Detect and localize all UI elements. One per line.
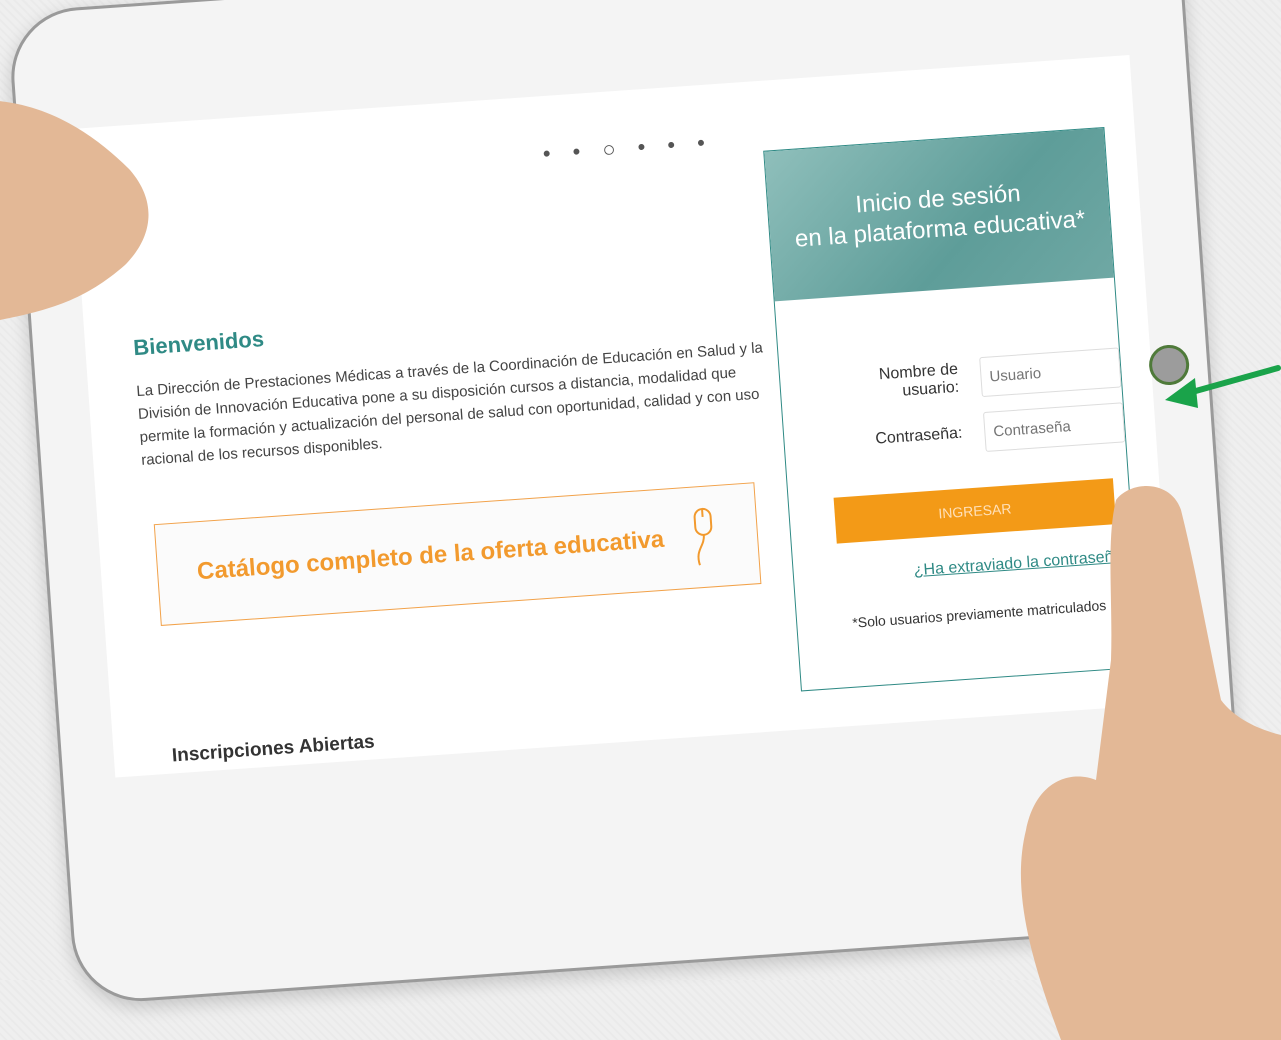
username-input[interactable] <box>979 347 1122 398</box>
catalog-button[interactable]: Catálogo completo de la oferta educativa <box>153 482 762 626</box>
welcome-text: La Dirección de Prestaciones Médicas a t… <box>135 339 764 469</box>
password-input[interactable] <box>982 402 1126 453</box>
open-enrollments-title: Inscripciones Abiertas <box>171 731 376 767</box>
password-label: Contraseña: <box>874 424 963 448</box>
left-hand <box>0 101 149 660</box>
username-label: Nombre de usuario: <box>878 360 960 400</box>
password-row: Contraseña: <box>823 402 1126 463</box>
mouse-icon <box>693 507 713 566</box>
arrow-icon <box>1165 365 1281 408</box>
login-header: Inicio de sesión en la plataforma educat… <box>764 128 1114 302</box>
catalog-label: Catálogo completo de la oferta educativa <box>196 525 666 586</box>
username-row: Nombre de usuario: <box>820 347 1122 408</box>
right-hand <box>1020 486 1281 1040</box>
carousel-indicator[interactable]: • • ○ • • • <box>542 129 714 167</box>
